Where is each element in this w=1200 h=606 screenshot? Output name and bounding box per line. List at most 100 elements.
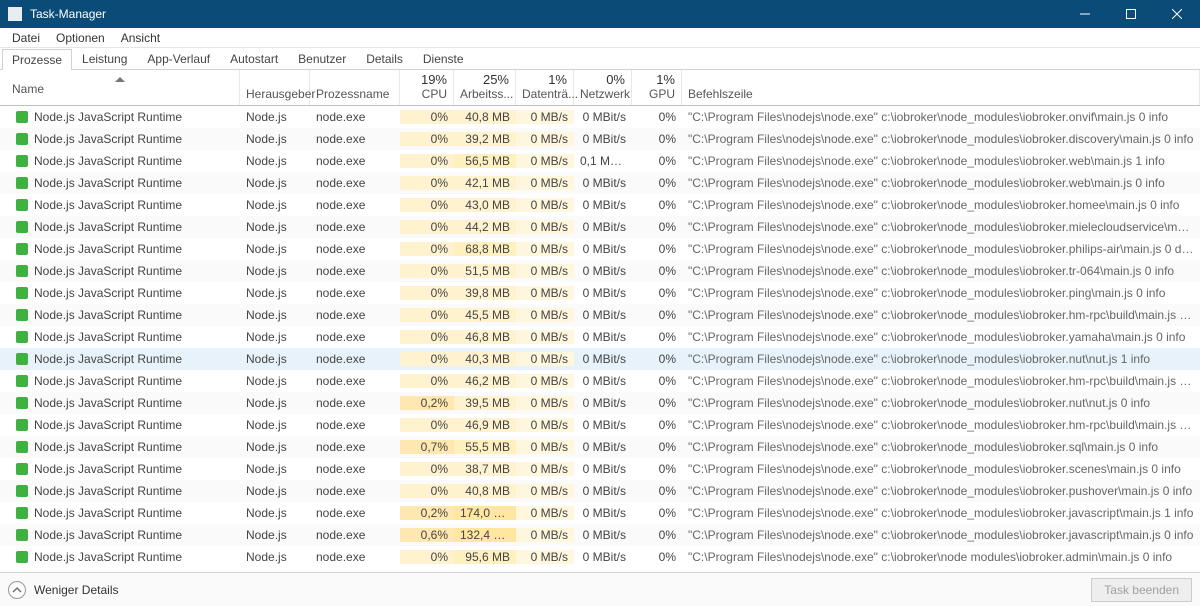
cell-gpu: 0% — [632, 264, 682, 278]
cell-name: Node.js JavaScript Runtime — [0, 352, 240, 366]
cell-mem: 51,5 MB — [454, 264, 516, 278]
cell-gpu: 0% — [632, 110, 682, 124]
cell-gpu: 0% — [632, 176, 682, 190]
col-procname[interactable]: Prozessname — [310, 70, 400, 105]
table-row[interactable]: Node.js JavaScript RuntimeNode.jsnode.ex… — [0, 348, 1200, 370]
cell-disk: 0 MB/s — [516, 506, 574, 520]
cell-cmd: "C:\Program Files\nodejs\node.exe" c:\io… — [682, 242, 1200, 256]
window-controls — [1062, 0, 1200, 28]
cell-publisher: Node.js — [240, 308, 310, 322]
cell-procname: node.exe — [310, 550, 400, 564]
maximize-icon — [1126, 9, 1136, 19]
cell-name: Node.js JavaScript Runtime — [0, 264, 240, 278]
cell-mem: 44,2 MB — [454, 220, 516, 234]
col-name[interactable]: Name — [0, 70, 240, 105]
cell-procname: node.exe — [310, 462, 400, 476]
process-icon — [16, 133, 28, 145]
col-publisher[interactable]: Herausgeber — [240, 70, 310, 105]
minimize-button[interactable] — [1062, 0, 1108, 28]
cell-name: Node.js JavaScript Runtime — [0, 286, 240, 300]
cell-name: Node.js JavaScript Runtime — [0, 242, 240, 256]
close-button[interactable] — [1154, 0, 1200, 28]
table-row[interactable]: Node.js JavaScript RuntimeNode.jsnode.ex… — [0, 392, 1200, 414]
process-table: Name Herausgeber Prozessname 19%CPU 25%A… — [0, 70, 1200, 572]
table-row[interactable]: Node.js JavaScript RuntimeNode.jsnode.ex… — [0, 128, 1200, 150]
menu-options[interactable]: Optionen — [48, 29, 113, 47]
table-row[interactable]: Node.js JavaScript RuntimeNode.jsnode.ex… — [0, 304, 1200, 326]
tab-apphistory[interactable]: App-Verlauf — [137, 48, 220, 69]
tab-services[interactable]: Dienste — [413, 48, 474, 69]
cell-cpu: 0% — [400, 176, 454, 190]
table-row[interactable]: Node.js JavaScript RuntimeNode.jsnode.ex… — [0, 414, 1200, 436]
cell-cpu: 0% — [400, 308, 454, 322]
cell-name: Node.js JavaScript Runtime — [0, 528, 240, 542]
cell-mem: 42,1 MB — [454, 176, 516, 190]
cell-cmd: "C:\Program Files\nodejs\node.exe" c:\io… — [682, 220, 1200, 234]
menu-file[interactable]: Datei — [4, 29, 48, 47]
table-row[interactable]: Node.js JavaScript RuntimeNode.jsnode.ex… — [0, 216, 1200, 238]
cell-cpu: 0,2% — [400, 506, 454, 520]
table-row[interactable]: Node.js JavaScript RuntimeNode.jsnode.ex… — [0, 238, 1200, 260]
maximize-button[interactable] — [1108, 0, 1154, 28]
cell-gpu: 0% — [632, 198, 682, 212]
col-disk[interactable]: 1%Datenträ... — [516, 70, 574, 105]
table-row[interactable]: Node.js JavaScript RuntimeNode.jsnode.ex… — [0, 260, 1200, 282]
table-body[interactable]: Node.js JavaScript RuntimeNode.jsnode.ex… — [0, 106, 1200, 572]
table-row[interactable]: Node.js JavaScript RuntimeNode.jsnode.ex… — [0, 436, 1200, 458]
cell-name: Node.js JavaScript Runtime — [0, 220, 240, 234]
cell-disk: 0 MB/s — [516, 374, 574, 388]
table-row[interactable]: Node.js JavaScript RuntimeNode.jsnode.ex… — [0, 458, 1200, 480]
table-row[interactable]: Node.js JavaScript RuntimeNode.jsnode.ex… — [0, 282, 1200, 304]
table-row[interactable]: Node.js JavaScript RuntimeNode.jsnode.ex… — [0, 150, 1200, 172]
cell-cpu: 0% — [400, 352, 454, 366]
menu-view[interactable]: Ansicht — [113, 29, 168, 47]
cell-cpu: 0% — [400, 242, 454, 256]
tab-startup[interactable]: Autostart — [220, 48, 288, 69]
tab-processes[interactable]: Prozesse — [2, 49, 72, 70]
col-gpu[interactable]: 1%GPU — [632, 70, 682, 105]
table-row[interactable]: Node.js JavaScript RuntimeNode.jsnode.ex… — [0, 370, 1200, 392]
tab-performance[interactable]: Leistung — [72, 48, 137, 69]
cell-cpu: 0% — [400, 550, 454, 564]
cell-net: 0 MBit/s — [574, 418, 632, 432]
cell-cmd: "C:\Program Files\nodejs\node.exe" c:\io… — [682, 308, 1200, 322]
cell-cmd: "C:\Program Files\nodejs\node.exe" c:\io… — [682, 198, 1200, 212]
cell-name: Node.js JavaScript Runtime — [0, 132, 240, 146]
less-details-label[interactable]: Weniger Details — [34, 583, 118, 597]
cell-publisher: Node.js — [240, 242, 310, 256]
cell-disk: 0 MB/s — [516, 198, 574, 212]
table-row[interactable]: Node.js JavaScript RuntimeNode.jsnode.ex… — [0, 480, 1200, 502]
cell-cmd: "C:\Program Files\nodejs\node.exe" c:\io… — [682, 154, 1200, 168]
cell-net: 0 MBit/s — [574, 330, 632, 344]
cell-mem: 132,4 MB — [454, 528, 516, 542]
col-net[interactable]: 0%Netzwerk — [574, 70, 632, 105]
tab-users[interactable]: Benutzer — [288, 48, 356, 69]
table-row[interactable]: Node.js JavaScript RuntimeNode.jsnode.ex… — [0, 172, 1200, 194]
table-row[interactable]: Node.js JavaScript RuntimeNode.jsnode.ex… — [0, 524, 1200, 546]
cell-net: 0 MBit/s — [574, 396, 632, 410]
col-cpu[interactable]: 19%CPU — [400, 70, 454, 105]
col-mem[interactable]: 25%Arbeitss... — [454, 70, 516, 105]
table-row[interactable]: Node.js JavaScript RuntimeNode.jsnode.ex… — [0, 546, 1200, 568]
cell-publisher: Node.js — [240, 286, 310, 300]
cell-procname: node.exe — [310, 506, 400, 520]
cell-procname: node.exe — [310, 110, 400, 124]
col-cmd[interactable]: Befehlszeile — [682, 70, 1200, 105]
cell-disk: 0 MB/s — [516, 418, 574, 432]
end-task-button[interactable]: Task beenden — [1091, 578, 1192, 602]
cell-procname: node.exe — [310, 484, 400, 498]
table-row[interactable]: Node.js JavaScript RuntimeNode.jsnode.ex… — [0, 194, 1200, 216]
cell-mem: 68,8 MB — [454, 242, 516, 256]
cell-cpu: 0% — [400, 330, 454, 344]
tab-details[interactable]: Details — [356, 48, 413, 69]
cell-gpu: 0% — [632, 330, 682, 344]
cell-mem: 40,3 MB — [454, 352, 516, 366]
table-row[interactable]: Node.js JavaScript RuntimeNode.jsnode.ex… — [0, 502, 1200, 524]
col-name-label: Name — [6, 82, 44, 96]
cell-gpu: 0% — [632, 132, 682, 146]
less-details-toggle[interactable] — [8, 581, 26, 599]
cell-gpu: 0% — [632, 506, 682, 520]
cell-mem: 39,2 MB — [454, 132, 516, 146]
table-row[interactable]: Node.js JavaScript RuntimeNode.jsnode.ex… — [0, 106, 1200, 128]
table-row[interactable]: Node.js JavaScript RuntimeNode.jsnode.ex… — [0, 326, 1200, 348]
